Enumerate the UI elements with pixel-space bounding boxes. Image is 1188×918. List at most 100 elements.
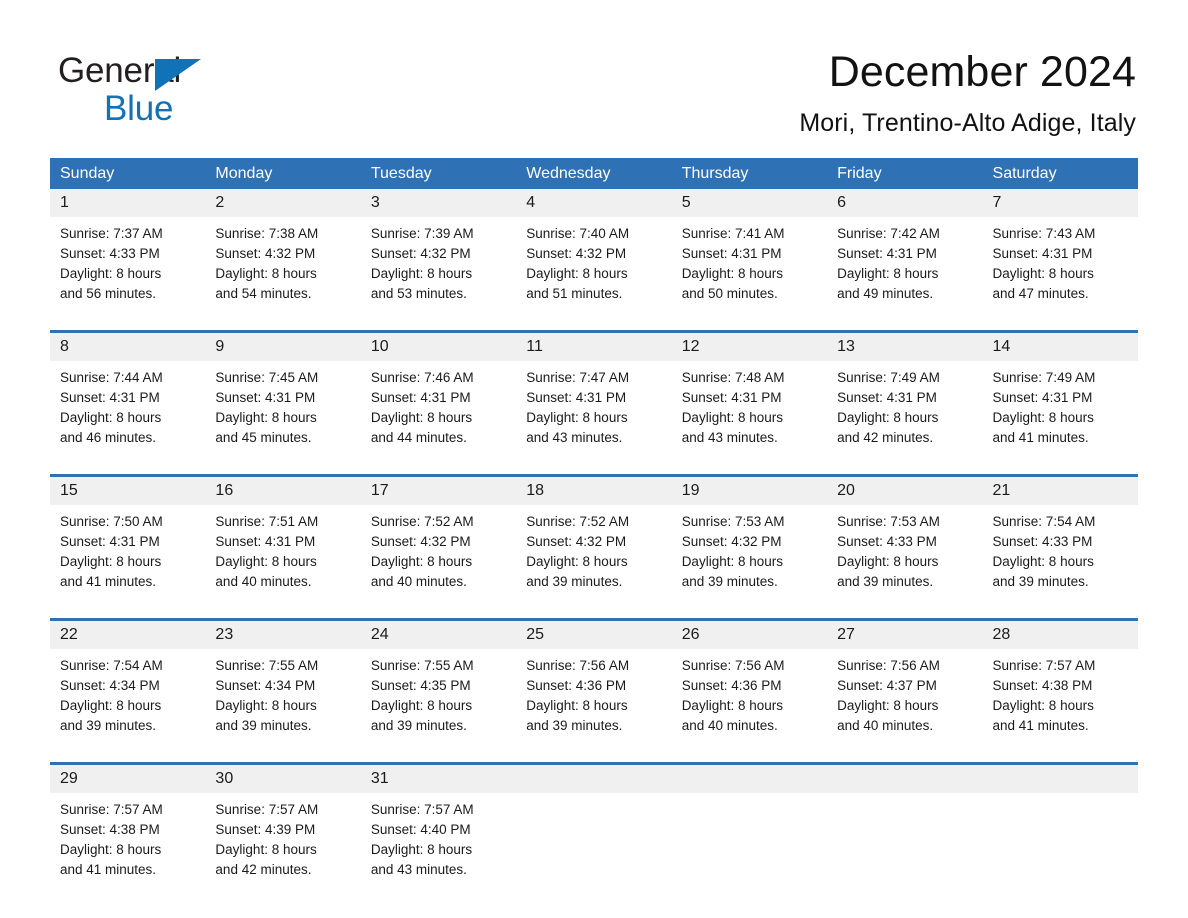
daylight-text-line2: and 39 minutes. [215, 718, 312, 733]
daylight-text-line1: Daylight: 8 hours [992, 554, 1094, 569]
day-details: Sunrise: 7:52 AM Sunset: 4:32 PM Daylight:… [361, 505, 516, 592]
day-details: Sunrise: 7:57 AM Sunset: 4:38 PM Daylight:… [50, 793, 205, 880]
daylight-text-line2: and 40 minutes. [837, 718, 934, 733]
daylight-text-line1: Daylight: 8 hours [215, 698, 317, 713]
sunrise-text: Sunrise: 7:38 AM [215, 226, 319, 241]
day-cell[interactable]: 27 Sunrise: 7:56 AM Sunset: 4:37 PM Dayligh… [827, 621, 983, 748]
day-cell[interactable]: 4 Sunrise: 7:40 AM Sunset: 4:32 PM Daylight… [516, 189, 672, 316]
sunrise-text: Sunrise: 7:54 AM [992, 514, 1096, 529]
day-cell[interactable]: 2 Sunrise: 7:38 AM Sunset: 4:32 PM Daylight… [205, 189, 361, 316]
sunrise-text: Sunrise: 7:51 AM [215, 514, 319, 529]
day-details: Sunrise: 7:51 AM Sunset: 4:31 PM Daylight:… [205, 505, 360, 592]
calendar-week-row: 1 Sunrise: 7:37 AM Sunset: 4:33 PM Daylight… [50, 189, 1138, 316]
day-cell[interactable]: 11 Sunrise: 7:47 AM Sunset: 4:31 PM Dayligh… [516, 333, 672, 460]
sunrise-text: Sunrise: 7:54 AM [60, 658, 163, 673]
daylight-text-line2: and 39 minutes. [837, 574, 934, 589]
day-number: 4 [516, 189, 672, 217]
sunset-text: Sunset: 4:31 PM [60, 390, 160, 405]
day-cell[interactable]: 28 Sunrise: 7:57 AM Sunset: 4:38 PM Dayligh… [982, 621, 1138, 748]
day-of-week-header-friday: Friday [837, 165, 882, 182]
sunset-text: Sunset: 4:34 PM [60, 678, 160, 693]
sunrise-text: Sunrise: 7:56 AM [681, 658, 785, 673]
day-number: 15 [50, 477, 206, 505]
day-number: 17 [360, 477, 517, 505]
day-cell[interactable]: 20 Sunrise: 7:53 AM Sunset: 4:33 PM Dayligh… [827, 477, 983, 604]
daylight-text-line1: Daylight: 8 hours [60, 410, 162, 425]
daylight-text-line2: and 39 minutes. [992, 574, 1089, 589]
day-cell[interactable]: 10 Sunrise: 7:46 AM Sunset: 4:31 PM Dayligh… [360, 333, 517, 460]
day-details: Sunrise: 7:43 AM Sunset: 4:31 PM Daylight:… [983, 217, 1138, 304]
day-details: Sunrise: 7:41 AM Sunset: 4:31 PM Daylight:… [672, 217, 827, 304]
day-cell[interactable]: 3 Sunrise: 7:39 AM Sunset: 4:32 PM Daylight… [360, 189, 517, 316]
day-cell[interactable]: 13 Sunrise: 7:49 AM Sunset: 4:31 PM Dayligh… [827, 333, 983, 460]
day-cell[interactable]: 6 Sunrise: 7:42 AM Sunset: 4:31 PM Daylight… [827, 189, 983, 316]
day-details: Sunrise: 7:55 AM Sunset: 4:35 PM Daylight:… [361, 649, 516, 736]
day-cell[interactable]: 17 Sunrise: 7:52 AM Sunset: 4:32 PM Dayligh… [360, 477, 517, 604]
day-of-week-header-saturday: Saturday [992, 165, 1057, 182]
sunset-text: Sunset: 4:31 PM [215, 534, 316, 549]
daylight-text-line1: Daylight: 8 hours [370, 266, 473, 281]
sunset-text: Sunset: 4:32 PM [370, 246, 471, 261]
day-number: 3 [360, 189, 517, 217]
day-cell[interactable]: 25 Sunrise: 7:56 AM Sunset: 4:36 PM Dayligh… [516, 621, 672, 748]
day-cell[interactable]: 30 Sunrise: 7:57 AM Sunset: 4:39 PM Dayligh… [205, 765, 361, 892]
sunrise-text: Sunrise: 7:57 AM [60, 802, 163, 817]
day-number: 31 [360, 765, 517, 793]
sunset-text: Sunset: 4:36 PM [681, 678, 782, 693]
daylight-text-line2: and 43 minutes. [681, 430, 778, 445]
daylight-text-line2: and 41 minutes. [992, 718, 1089, 733]
sunset-text: Sunset: 4:38 PM [60, 822, 160, 837]
day-cell[interactable]: 9 Sunrise: 7:45 AM Sunset: 4:31 PM Daylight… [205, 333, 361, 460]
daylight-text-line1: Daylight: 8 hours [681, 698, 783, 713]
day-details: Sunrise: 7:53 AM Sunset: 4:32 PM Daylight:… [672, 505, 827, 592]
daylight-text-line1: Daylight: 8 hours [370, 698, 473, 713]
daylight-text-line2: and 41 minutes. [992, 430, 1089, 445]
day-cell[interactable]: 19 Sunrise: 7:53 AM Sunset: 4:32 PM Dayligh… [671, 477, 828, 604]
day-details: Sunrise: 7:45 AM Sunset: 4:31 PM Daylight:… [205, 361, 360, 448]
daylight-text-line1: Daylight: 8 hours [370, 554, 473, 569]
day-cell[interactable]: 8 Sunrise: 7:44 AM Sunset: 4:31 PM Daylight… [50, 333, 206, 460]
daylight-text-line2: and 42 minutes. [837, 430, 934, 445]
day-of-week-header-tuesday: Tuesday [370, 165, 432, 182]
day-number: 24 [360, 621, 517, 649]
day-cell[interactable]: 12 Sunrise: 7:48 AM Sunset: 4:31 PM Dayligh… [671, 333, 828, 460]
daylight-text-line2: and 53 minutes. [370, 286, 467, 301]
sunrise-text: Sunrise: 7:57 AM [370, 802, 474, 817]
day-cell[interactable]: 5 Sunrise: 7:41 AM Sunset: 4:31 PM Daylight… [671, 189, 828, 316]
sunrise-text: Sunrise: 7:45 AM [215, 370, 319, 385]
day-cell[interactable]: 21 Sunrise: 7:54 AM Sunset: 4:33 PM Dayligh… [982, 477, 1138, 604]
day-cell[interactable]: 26 Sunrise: 7:56 AM Sunset: 4:36 PM Dayligh… [671, 621, 828, 748]
day-cell[interactable]: 16 Sunrise: 7:51 AM Sunset: 4:31 PM Dayligh… [205, 477, 361, 604]
day-number: 9 [205, 333, 361, 361]
daylight-text-line1: Daylight: 8 hours [837, 698, 939, 713]
daylight-text-line1: Daylight: 8 hours [681, 266, 783, 281]
sunrise-text: Sunrise: 7:42 AM [837, 226, 940, 241]
day-cell[interactable]: 22 Sunrise: 7:54 AM Sunset: 4:34 PM Dayligh… [50, 621, 206, 748]
sunrise-text: Sunrise: 7:52 AM [370, 514, 474, 529]
daylight-text-line2: and 42 minutes. [215, 862, 312, 877]
daylight-text-line1: Daylight: 8 hours [526, 410, 628, 425]
day-cell[interactable]: 29 Sunrise: 7:57 AM Sunset: 4:38 PM Dayligh… [50, 765, 206, 892]
daylight-text-line2: and 56 minutes. [60, 286, 157, 301]
daylight-text-line1: Daylight: 8 hours [681, 554, 783, 569]
day-cell[interactable]: 31 Sunrise: 7:57 AM Sunset: 4:40 PM Dayligh… [360, 765, 517, 892]
sunset-text: Sunset: 4:38 PM [992, 678, 1093, 693]
sunrise-text: Sunrise: 7:56 AM [837, 658, 940, 673]
day-details: Sunrise: 7:56 AM Sunset: 4:37 PM Daylight:… [827, 649, 982, 736]
day-details: Sunrise: 7:40 AM Sunset: 4:32 PM Daylight:… [516, 217, 671, 304]
day-cell[interactable]: 18 Sunrise: 7:52 AM Sunset: 4:32 PM Dayligh… [516, 477, 672, 604]
daylight-text-line2: and 54 minutes. [215, 286, 312, 301]
day-cell[interactable]: 15 Sunrise: 7:50 AM Sunset: 4:31 PM Dayligh… [50, 477, 206, 604]
day-number: 22 [50, 621, 206, 649]
day-cell[interactable]: 1 Sunrise: 7:37 AM Sunset: 4:33 PM Daylight… [50, 189, 206, 316]
day-cell[interactable]: 14 Sunrise: 7:49 AM Sunset: 4:31 PM Dayligh… [982, 333, 1138, 460]
generalblue-logo[interactable]: General Blue [58, 44, 248, 130]
sunset-text: Sunset: 4:31 PM [215, 390, 316, 405]
day-number: 2 [205, 189, 361, 217]
day-of-week-header-row: Sunday Monday Tuesday Wednesday Thursday Frid… [50, 158, 1138, 189]
day-cell[interactable]: 7 Sunrise: 7:43 AM Sunset: 4:31 PM Daylight… [982, 189, 1138, 316]
day-cell[interactable]: 23 Sunrise: 7:55 AM Sunset: 4:34 PM Dayligh… [205, 621, 361, 748]
day-cell[interactable]: 24 Sunrise: 7:55 AM Sunset: 4:35 PM Dayligh… [360, 621, 517, 748]
day-number: 30 [205, 765, 361, 793]
day-details: Sunrise: 7:39 AM Sunset: 4:32 PM Daylight:… [361, 217, 516, 304]
